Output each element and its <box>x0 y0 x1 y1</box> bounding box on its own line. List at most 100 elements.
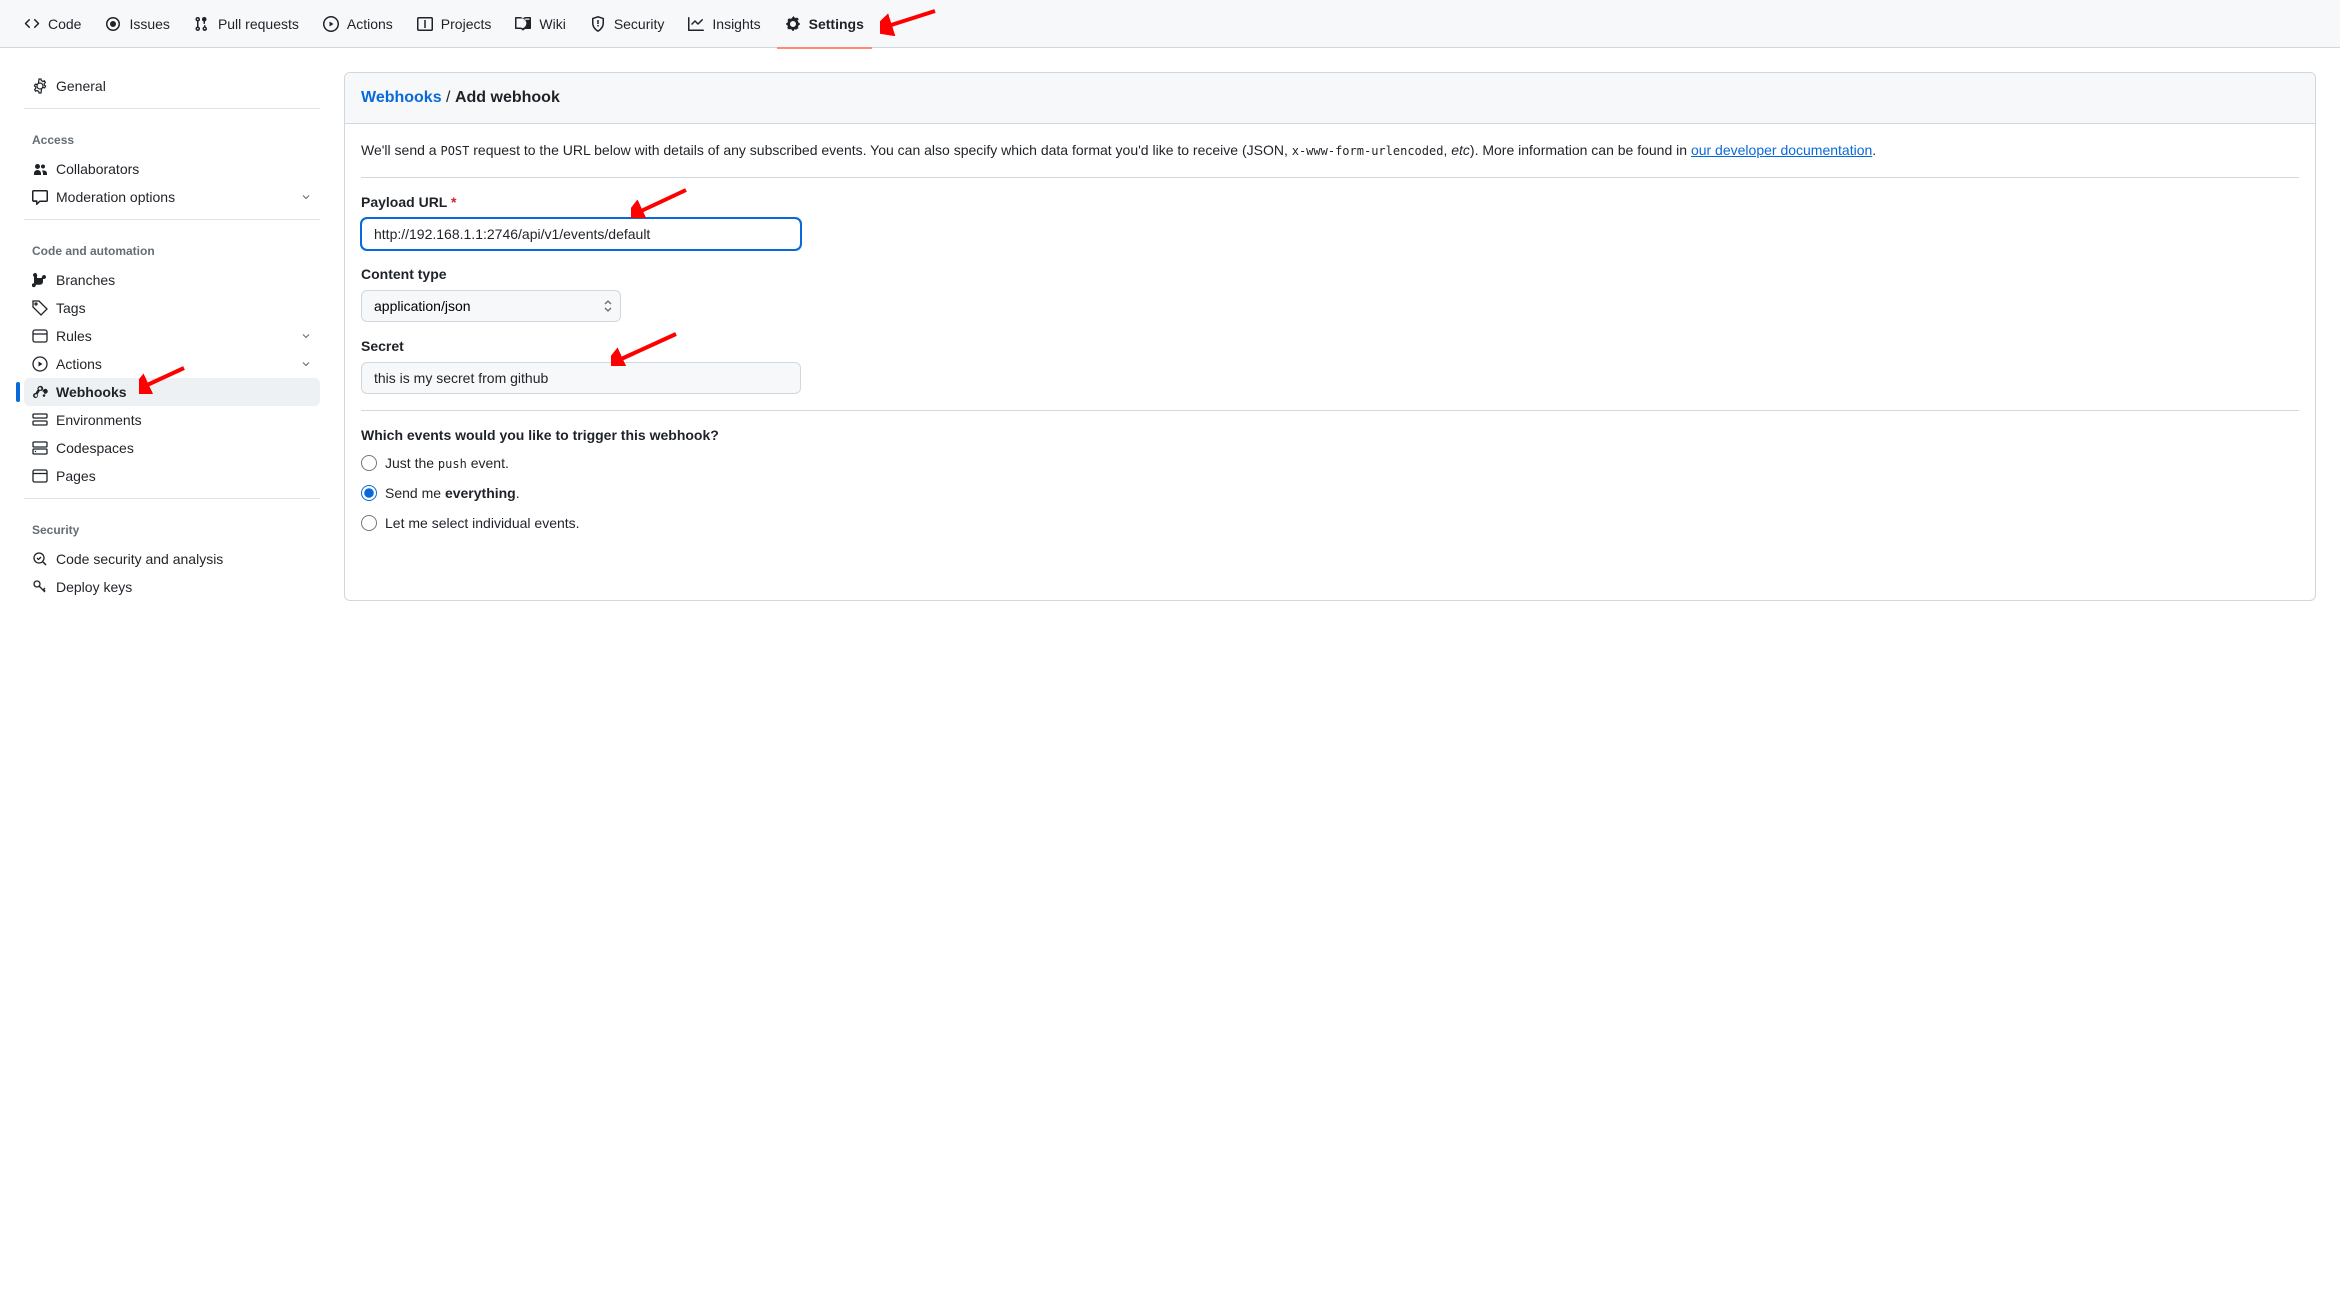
secret-group: Secret <box>361 338 2299 394</box>
tab-label: Insights <box>712 16 760 32</box>
rules-icon <box>32 328 48 344</box>
payload-url-input[interactable] <box>361 218 801 250</box>
tab-label: Pull requests <box>218 16 299 32</box>
play-icon <box>323 16 339 32</box>
sidebar-item-rules[interactable]: Rules <box>24 322 320 350</box>
required-marker: * <box>451 194 456 210</box>
tab-label: Issues <box>129 16 169 32</box>
settings-sidebar: General Access Collaborators Moderation … <box>24 72 320 601</box>
breadcrumb-current: Add webhook <box>455 89 560 106</box>
code-icon <box>24 16 40 32</box>
sidebar-heading-access: Access <box>24 125 320 155</box>
repo-tabs: Code Issues Pull requests Actions Projec… <box>0 0 2340 48</box>
sidebar-heading-security: Security <box>24 515 320 545</box>
chevron-down-icon <box>300 191 312 203</box>
sidebar-label: Deploy keys <box>56 579 132 595</box>
breadcrumb-parent-link[interactable]: Webhooks <box>361 89 442 106</box>
breadcrumb: Webhooks / Add webhook <box>345 73 2315 124</box>
tab-issues[interactable]: Issues <box>97 0 177 48</box>
sidebar-label: Codespaces <box>56 440 134 456</box>
webhook-icon <box>32 384 48 400</box>
tab-pull-requests[interactable]: Pull requests <box>186 0 307 48</box>
tab-security[interactable]: Security <box>582 0 673 48</box>
tab-projects[interactable]: Projects <box>409 0 500 48</box>
tab-actions[interactable]: Actions <box>315 0 401 48</box>
people-icon <box>32 161 48 177</box>
issue-icon <box>105 16 121 32</box>
book-icon <box>515 16 531 32</box>
divider <box>361 177 2299 178</box>
sidebar-item-code-security[interactable]: Code security and analysis <box>24 545 320 573</box>
tab-label: Wiki <box>539 16 565 32</box>
gear-icon <box>32 78 48 94</box>
divider <box>361 410 2299 411</box>
events-heading: Which events would you like to trigger t… <box>361 427 2299 443</box>
tab-label: Projects <box>441 16 492 32</box>
event-radio-individual[interactable] <box>361 515 377 531</box>
sidebar-item-general[interactable]: General <box>24 72 320 100</box>
event-option-everything[interactable]: Send me everything. <box>361 485 2299 501</box>
tag-icon <box>32 300 48 316</box>
sidebar-item-webhooks[interactable]: Webhooks <box>24 378 320 406</box>
pr-icon <box>194 16 210 32</box>
sidebar-label: Environments <box>56 412 142 428</box>
content-type-select[interactable]: application/json <box>361 290 621 322</box>
help-text: We'll send a POST request to the URL bel… <box>361 140 2299 161</box>
sidebar-label: Branches <box>56 272 115 288</box>
payload-url-label: Payload URL * <box>361 194 2299 210</box>
branch-icon <box>32 272 48 288</box>
event-radio-just-push[interactable] <box>361 455 377 471</box>
sidebar-item-tags[interactable]: Tags <box>24 294 320 322</box>
sidebar-item-codespaces[interactable]: Codespaces <box>24 434 320 462</box>
sidebar-item-environments[interactable]: Environments <box>24 406 320 434</box>
event-radio-everything[interactable] <box>361 485 377 501</box>
sidebar-heading-code: Code and automation <box>24 236 320 266</box>
play-icon <box>32 356 48 372</box>
sidebar-item-pages[interactable]: Pages <box>24 462 320 490</box>
browser-icon <box>32 468 48 484</box>
secret-input[interactable] <box>361 362 801 394</box>
divider <box>24 108 320 109</box>
tab-wiki[interactable]: Wiki <box>507 0 573 48</box>
sidebar-item-actions[interactable]: Actions <box>24 350 320 378</box>
breadcrumb-sep: / <box>442 89 455 106</box>
codespaces-icon <box>32 440 48 456</box>
gear-icon <box>785 16 801 32</box>
sidebar-label: Code security and analysis <box>56 551 223 567</box>
main-panel: Webhooks / Add webhook We'll send a POST… <box>344 72 2316 601</box>
dev-docs-link[interactable]: our developer documentation <box>1691 142 1872 158</box>
event-option-individual[interactable]: Let me select individual events. <box>361 515 2299 531</box>
project-icon <box>417 16 433 32</box>
sidebar-label: Actions <box>56 356 102 372</box>
payload-url-group: Payload URL * <box>361 194 2299 250</box>
tab-label: Code <box>48 16 81 32</box>
tab-label: Actions <box>347 16 393 32</box>
sidebar-label: Moderation options <box>56 189 175 205</box>
sidebar-item-branches[interactable]: Branches <box>24 266 320 294</box>
post-code: POST <box>440 144 469 158</box>
content-type-label: Content type <box>361 266 2299 282</box>
shield-icon <box>590 16 606 32</box>
sidebar-item-deploy-keys[interactable]: Deploy keys <box>24 573 320 601</box>
annotation-arrow-settings <box>880 6 940 36</box>
tab-code[interactable]: Code <box>16 0 89 48</box>
sidebar-label: Tags <box>56 300 86 316</box>
sidebar-label: Pages <box>56 468 96 484</box>
secret-label: Secret <box>361 338 2299 354</box>
divider <box>24 219 320 220</box>
chevron-down-icon <box>300 330 312 342</box>
sidebar-item-collaborators[interactable]: Collaborators <box>24 155 320 183</box>
codescan-icon <box>32 551 48 567</box>
event-option-just-push[interactable]: Just the push event. <box>361 455 2299 471</box>
tab-label: Settings <box>809 16 864 32</box>
tab-settings[interactable]: Settings <box>777 0 872 48</box>
sidebar-item-moderation[interactable]: Moderation options <box>24 183 320 211</box>
key-icon <box>32 579 48 595</box>
graph-icon <box>688 16 704 32</box>
tab-insights[interactable]: Insights <box>680 0 768 48</box>
chevron-down-icon <box>300 358 312 370</box>
content-type-group: Content type application/json <box>361 266 2299 322</box>
divider <box>24 498 320 499</box>
sidebar-label: Rules <box>56 328 92 344</box>
tab-label: Security <box>614 16 665 32</box>
